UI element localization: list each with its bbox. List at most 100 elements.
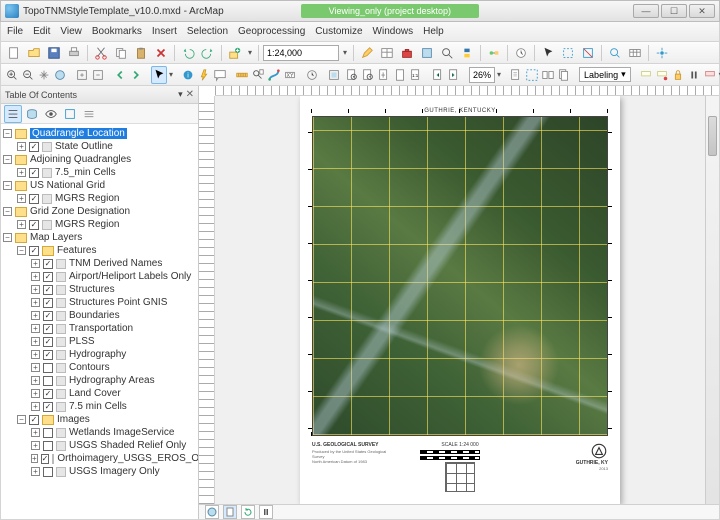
layer-checkbox[interactable] <box>29 194 39 204</box>
map-data-frame[interactable] <box>312 116 608 436</box>
layer-label[interactable]: Wetlands ImageService <box>69 427 174 438</box>
layer-checkbox[interactable] <box>43 311 53 321</box>
pct-dropdown[interactable]: ▾ <box>497 67 501 83</box>
layer-checkbox[interactable] <box>43 389 53 399</box>
identify-icon[interactable]: i <box>181 66 195 84</box>
layer-checkbox[interactable] <box>43 259 53 269</box>
layer-label[interactable]: Features <box>57 245 96 256</box>
layer-label[interactable]: MGRS Region <box>55 193 119 204</box>
layer-label[interactable]: Land Cover <box>69 388 121 399</box>
layer-label[interactable]: Structures Point GNIS <box>69 297 167 308</box>
layer-label[interactable]: Hydrography <box>69 349 126 360</box>
select-dropdown[interactable]: ▾ <box>169 67 173 83</box>
options-icon[interactable] <box>80 105 98 123</box>
add-data-icon[interactable] <box>226 44 244 62</box>
toc-sublayer[interactable]: +PLSS <box>3 335 196 348</box>
layer-checkbox[interactable] <box>43 402 53 412</box>
snapping-icon[interactable] <box>653 44 671 62</box>
time-icon[interactable] <box>305 66 319 84</box>
html-popup-icon[interactable] <box>213 66 227 84</box>
delete-icon[interactable] <box>152 44 170 62</box>
change-layout-icon[interactable] <box>541 66 555 84</box>
menu-view[interactable]: View <box>60 26 82 37</box>
layer-checkbox[interactable] <box>41 454 50 464</box>
undo-icon[interactable] <box>179 44 197 62</box>
list-by-selection-icon[interactable] <box>61 105 79 123</box>
select-arrow-icon[interactable] <box>539 44 557 62</box>
open-icon[interactable] <box>25 44 43 62</box>
toc-group[interactable]: −Map Layers <box>3 231 196 244</box>
menu-help[interactable]: Help <box>423 26 444 37</box>
fixed-zoom-out-icon[interactable] <box>91 66 105 84</box>
copy-icon[interactable] <box>112 44 130 62</box>
toc-group[interactable]: −US National Grid <box>3 179 196 192</box>
layer-label[interactable]: TNM Derived Names <box>69 258 162 269</box>
list-by-drawing-order-icon[interactable] <box>4 105 22 123</box>
toc-sublayer[interactable]: +Wetlands ImageService <box>3 426 196 439</box>
data-view-button[interactable] <box>205 505 219 519</box>
cut-icon[interactable] <box>92 44 110 62</box>
data-driven-pages-icon[interactable] <box>557 66 571 84</box>
toc-group[interactable]: −Quadrangle Location <box>3 127 196 140</box>
layer-label[interactable]: PLSS <box>69 336 95 347</box>
create-viewer-icon[interactable] <box>327 66 341 84</box>
layout-view-button[interactable] <box>223 505 237 519</box>
layer-label[interactable]: Airport/Heliport Labels Only <box>69 271 191 282</box>
toc-sublayer[interactable]: +TNM Derived Names <box>3 257 196 270</box>
full-extent-icon[interactable] <box>53 66 67 84</box>
select-elements-icon[interactable] <box>151 66 167 84</box>
layer-checkbox[interactable] <box>29 168 39 178</box>
menu-file[interactable]: File <box>7 26 23 37</box>
zoom-in-icon[interactable] <box>5 66 19 84</box>
toc-sublayer[interactable]: +Structures <box>3 283 196 296</box>
layer-label[interactable]: Hydrography Areas <box>69 375 155 386</box>
redo-icon[interactable] <box>199 44 217 62</box>
toc-layer[interactable]: −Features <box>3 244 196 257</box>
labeling-dropdown[interactable]: Labeling▾ <box>579 67 631 82</box>
go-to-xy-icon[interactable]: XY <box>283 66 297 84</box>
list-by-visibility-icon[interactable] <box>42 105 60 123</box>
toc-sublayer[interactable]: +Hydrography Areas <box>3 374 196 387</box>
layer-checkbox[interactable] <box>43 441 53 451</box>
toc-pin-icon[interactable]: ▾ <box>178 89 183 100</box>
toc-layer[interactable]: −Images <box>3 413 196 426</box>
print-icon[interactable] <box>65 44 83 62</box>
zoom-selection-icon[interactable] <box>606 44 624 62</box>
toc-group-label[interactable]: Quadrangle Location <box>30 128 127 139</box>
hyperlink-icon[interactable] <box>197 66 211 84</box>
menu-insert[interactable]: Insert <box>152 26 177 37</box>
label-weight-icon[interactable] <box>655 66 669 84</box>
layer-label[interactable]: MGRS Region <box>55 219 119 230</box>
layer-label[interactable]: USGS Shaded Relief Only <box>69 440 186 451</box>
scale-dropdown[interactable]: ▾ <box>341 45 349 61</box>
model-icon[interactable] <box>485 44 503 62</box>
fixed-zoom-in-icon[interactable] <box>75 66 89 84</box>
layer-label[interactable]: Structures <box>69 284 115 295</box>
toc-group-label[interactable]: US National Grid <box>30 180 105 191</box>
layer-checkbox[interactable] <box>29 142 39 152</box>
pan-icon[interactable] <box>37 66 51 84</box>
zoom-whole-page-icon[interactable] <box>393 66 407 84</box>
toc-layer[interactable]: +MGRS Region <box>3 192 196 205</box>
layer-label[interactable]: 7.5 min Cells <box>69 401 127 412</box>
zoom-out-icon[interactable] <box>21 66 35 84</box>
time-slider-icon[interactable] <box>512 44 530 62</box>
layout-pan-icon[interactable] <box>377 66 391 84</box>
toc-sublayer[interactable]: +Airport/Heliport Labels Only <box>3 270 196 283</box>
paste-icon[interactable] <box>132 44 150 62</box>
clear-selection-icon[interactable] <box>579 44 597 62</box>
python-icon[interactable] <box>458 44 476 62</box>
pause-drawing-button[interactable] <box>259 505 273 519</box>
catalog-icon[interactable] <box>418 44 436 62</box>
toc-layer[interactable]: +7.5_min Cells <box>3 166 196 179</box>
layout-zoom-in-icon[interactable] <box>345 66 359 84</box>
back-extent-icon[interactable] <box>113 66 127 84</box>
layer-checkbox[interactable] <box>43 324 53 334</box>
toc-group-label[interactable]: Map Layers <box>30 232 82 243</box>
page[interactable]: GUTHRIE, KENTUCKY U.S. GEOLOGICAL SURVEY… <box>300 96 620 504</box>
menu-customize[interactable]: Customize <box>315 26 362 37</box>
save-icon[interactable] <box>45 44 63 62</box>
toc-group-label[interactable]: Grid Zone Designation <box>30 206 130 217</box>
toc-group[interactable]: −Grid Zone Designation <box>3 205 196 218</box>
add-data-dropdown[interactable]: ▾ <box>246 45 254 61</box>
